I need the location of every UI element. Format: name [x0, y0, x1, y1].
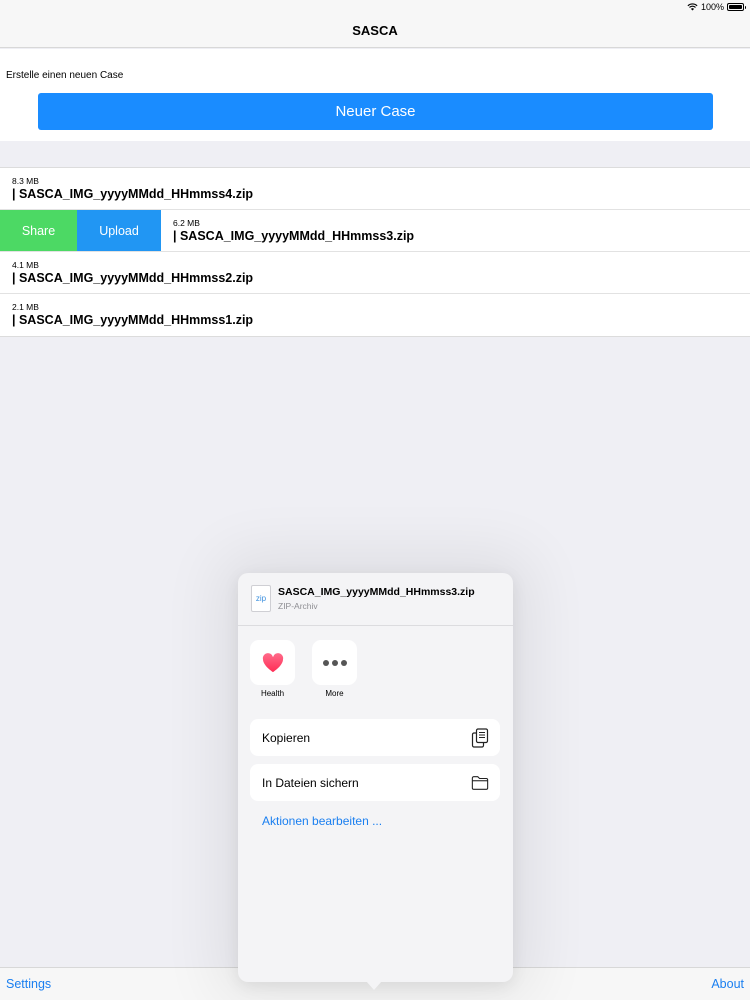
settings-button[interactable]: Settings — [6, 977, 51, 991]
new-case-button[interactable]: Neuer Case — [38, 93, 713, 130]
swipe-actions: Share Upload — [0, 210, 161, 251]
file-size: 6.2 MB — [173, 218, 200, 228]
battery-percent: 100% — [700, 2, 724, 12]
file-row-content: 2.1 MB | SASCA_IMG_yyyyMMdd_HHmmss1.zip — [0, 294, 750, 336]
edit-actions-link[interactable]: Aktionen bearbeiten ... — [262, 814, 382, 828]
action-copy[interactable]: Kopieren — [250, 719, 500, 756]
file-size: 4.1 MB — [12, 260, 39, 270]
file-row-swiped[interactable]: Share Upload 6.2 MB | SASCA_IMG_yyyyMMdd… — [0, 210, 750, 252]
app-icon — [250, 640, 295, 685]
zip-file-icon: zip — [251, 585, 271, 612]
file-row-content: 6.2 MB | SASCA_IMG_yyyyMMdd_HHmmss3.zip — [161, 210, 750, 251]
file-name: | SASCA_IMG_yyyyMMdd_HHmmss1.zip — [12, 313, 254, 327]
app-health[interactable]: Health — [250, 640, 295, 698]
nav-bar: SASCA — [0, 14, 750, 48]
file-row[interactable]: 8.3 MB | SASCA_IMG_yyyyMMdd_HHmmss4.zip — [0, 168, 750, 210]
share-sheet-filename: SASCA_IMG_yyyyMMdd_HHmmss3.zip — [278, 586, 475, 598]
heart-icon — [262, 652, 283, 672]
battery-icon — [727, 3, 746, 11]
new-case-label: Erstelle einen neuen Case — [6, 70, 124, 81]
file-size: 2.1 MB — [12, 302, 39, 312]
file-row[interactable]: 4.1 MB | SASCA_IMG_yyyyMMdd_HHmmss2.zip — [0, 252, 750, 294]
screen: 100% SASCA Erstelle einen neuen Case Neu… — [0, 0, 750, 1000]
wifi-icon — [687, 3, 698, 11]
app-label: Health — [260, 689, 285, 698]
status-bar: 100% — [0, 0, 750, 14]
file-name: | SASCA_IMG_yyyyMMdd_HHmmss3.zip — [173, 229, 415, 243]
app-icon — [312, 640, 357, 685]
new-case-section: Erstelle einen neuen Case Neuer Case — [0, 49, 750, 141]
action-label: In Dateien sichern — [262, 775, 359, 790]
page-title: SASCA — [352, 23, 398, 38]
app-more[interactable]: More — [312, 640, 357, 698]
share-sheet-filetype: ZIP-Archiv — [278, 601, 318, 611]
action-label: Kopieren — [262, 730, 311, 745]
upload-button[interactable]: Upload — [77, 210, 161, 251]
file-row[interactable]: 2.1 MB | SASCA_IMG_yyyyMMdd_HHmmss1.zip — [0, 294, 750, 336]
file-size: 8.3 MB — [12, 176, 39, 186]
more-dots-icon — [322, 659, 347, 666]
file-name: | SASCA_IMG_yyyyMMdd_HHmmss4.zip — [12, 187, 254, 201]
file-list: 8.3 MB | SASCA_IMG_yyyyMMdd_HHmmss4.zip … — [0, 167, 750, 337]
file-name: | SASCA_IMG_yyyyMMdd_HHmmss2.zip — [12, 271, 254, 285]
file-row-content: 4.1 MB | SASCA_IMG_yyyyMMdd_HHmmss2.zip — [0, 252, 750, 293]
copy-icon — [471, 727, 489, 748]
folder-icon — [471, 775, 489, 790]
file-row-content: 8.3 MB | SASCA_IMG_yyyyMMdd_HHmmss4.zip — [0, 168, 750, 209]
app-label: More — [325, 689, 344, 698]
share-sheet-header: zip SASCA_IMG_yyyyMMdd_HHmmss3.zip ZIP-A… — [238, 573, 513, 626]
about-button[interactable]: About — [711, 977, 744, 991]
action-save-to-files[interactable]: In Dateien sichern — [250, 764, 500, 801]
popover-arrow — [366, 981, 382, 990]
share-button[interactable]: Share — [0, 210, 77, 251]
status-right: 100% — [687, 2, 746, 12]
share-sheet: zip SASCA_IMG_yyyyMMdd_HHmmss3.zip ZIP-A… — [238, 573, 513, 982]
